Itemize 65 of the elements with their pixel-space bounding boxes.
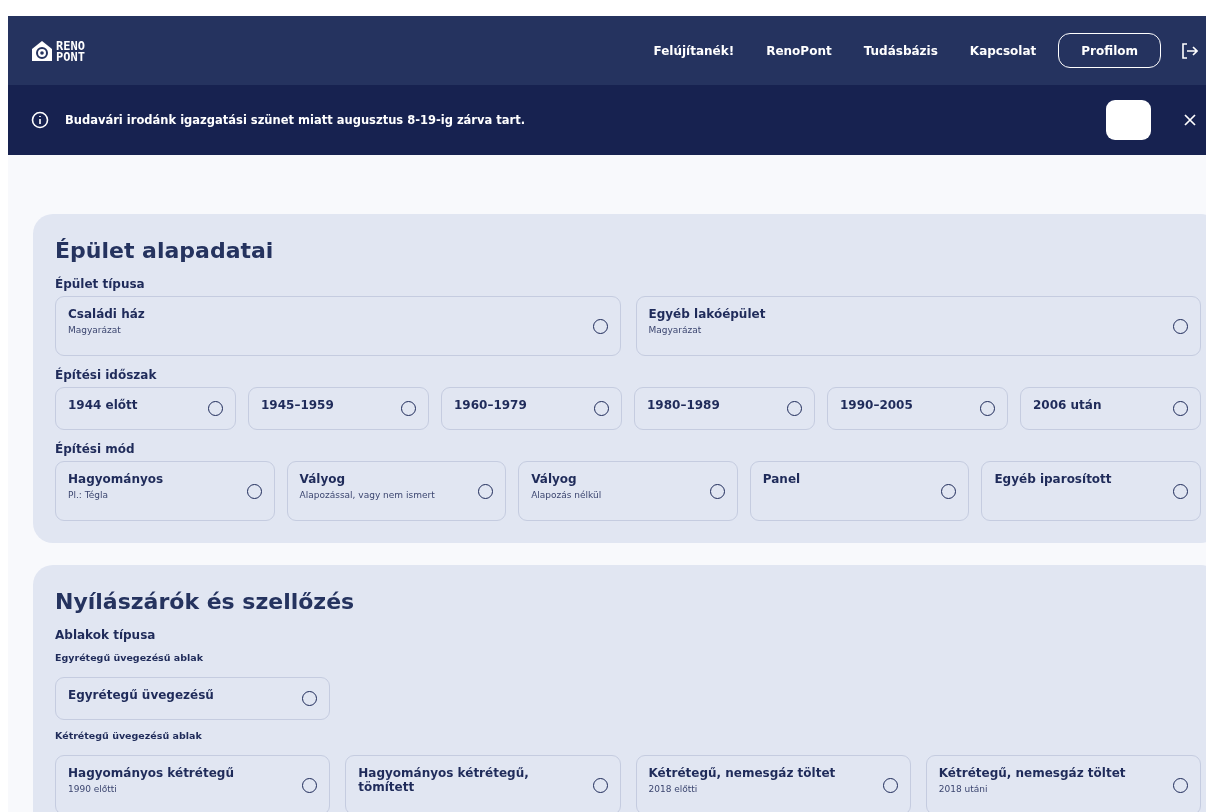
group-label: Épület típusa [55, 277, 146, 291]
option-label: Hagyományos kétrétegű [68, 766, 235, 780]
section-title: Épület alapadatai [55, 238, 275, 263]
option-card[interactable]: 2006 után [1020, 387, 1201, 430]
option-card[interactable]: 1980–1989 [634, 387, 815, 430]
option-card[interactable]: Kétrétegű, nemesgáz töltet 2018 utáni [925, 755, 1201, 812]
option-label: Vályog [299, 472, 347, 486]
option-label: Kétrétegű, nemesgáz töltet [648, 766, 837, 780]
option-label: Kétrétegű, nemesgáz töltet [938, 766, 1127, 780]
option-hint: Alapozással, vagy nem ismert [299, 490, 436, 500]
notice-text: Budavári irodánk igazgatási szünet miatt augusztus 8-19-ig zárva tart. [65, 113, 526, 127]
profile-button[interactable]: Profilom [1058, 33, 1161, 68]
option-card[interactable]: 1960–1979 [441, 387, 622, 430]
option-label: 1960–1979 [454, 398, 528, 412]
option-label: Panel [762, 472, 802, 486]
option-card[interactable]: Kétrétegű, nemesgáz töltet 2018 előtti [635, 755, 911, 812]
info-icon [31, 111, 49, 129]
close-button[interactable] [1184, 114, 1196, 126]
option-label: Családi ház [68, 307, 146, 321]
option-card[interactable]: Hagyományos kétrétegű, tömített [345, 755, 621, 812]
option-label: Egyrétegű üvegezésű [68, 688, 215, 702]
option-label: Egyéb iparosított [994, 472, 1113, 486]
option-card[interactable]: Vályog Alapozás nélkül [518, 461, 738, 521]
option-card[interactable]: Egyéb iparosított [981, 461, 1201, 521]
nav-link[interactable]: Tudásbázis [863, 43, 938, 58]
option-label: Hagyományos [68, 472, 165, 486]
group-label: Kétrétegű üvegezésű ablak [55, 730, 203, 741]
option-label: 1980–1989 [647, 398, 721, 412]
section-title: Nyílászárók és szellőzés [55, 589, 356, 614]
house-logo-icon [30, 38, 54, 63]
option-hint: 2018 előtti [648, 784, 699, 794]
logo-text: RENO PONT [56, 40, 85, 63]
option-card[interactable]: 1944 előtt [55, 387, 236, 430]
option-card[interactable]: Hagyományos kétrétegű 1990 előtti [55, 755, 331, 812]
option-label: Egyéb lakóépület [648, 307, 767, 321]
option-hint: Magyarázat [68, 325, 122, 335]
group-label: Építési időszak [55, 368, 158, 382]
option-hint: 1990 előtti [68, 784, 118, 794]
option-card[interactable]: Panel [749, 461, 970, 521]
option-card[interactable]: 1945–1959 [248, 387, 429, 430]
option-card[interactable]: Egyrétegű üvegezésű [55, 677, 331, 720]
nav-link[interactable]: Kapcsolat [969, 43, 1037, 58]
option-hint: Pl.: Tégla [68, 490, 109, 500]
option-hint: 2018 utáni [938, 784, 989, 794]
option-card[interactable]: Hagyományos Pl.: Tégla [55, 461, 275, 521]
option-label: 1945–1959 [261, 398, 335, 412]
option-hint: Alapozás nélkül [531, 490, 603, 500]
field-label: Ablakok típusa [55, 628, 157, 642]
nav-link[interactable]: Felújítanék! [653, 43, 735, 58]
option-card[interactable]: Családi ház Magyarázat [55, 296, 621, 356]
option-card[interactable]: Egyéb lakóépület Magyarázat [635, 296, 1201, 356]
option-label: 1990–2005 [840, 398, 914, 412]
group-label: Egyrétegű üvegezésű ablak [55, 652, 204, 663]
option-card[interactable]: Vályog Alapozással, vagy nem ismert [286, 461, 507, 521]
option-label: 2006 után [1033, 398, 1103, 412]
option-hint: Magyarázat [648, 325, 703, 335]
option-label: Vályog [531, 472, 578, 486]
close-icon [1184, 114, 1196, 126]
square-button[interactable] [1106, 100, 1151, 140]
option-card[interactable]: 1990–2005 [827, 387, 1008, 430]
nav-link[interactable]: RenoPont [766, 43, 832, 58]
group-label: Építési mód [55, 442, 136, 456]
option-label: 1944 előtt [68, 398, 139, 412]
logout-icon[interactable] [1181, 42, 1198, 59]
option-label: Hagyományos kétrétegű, tömített [358, 766, 530, 794]
